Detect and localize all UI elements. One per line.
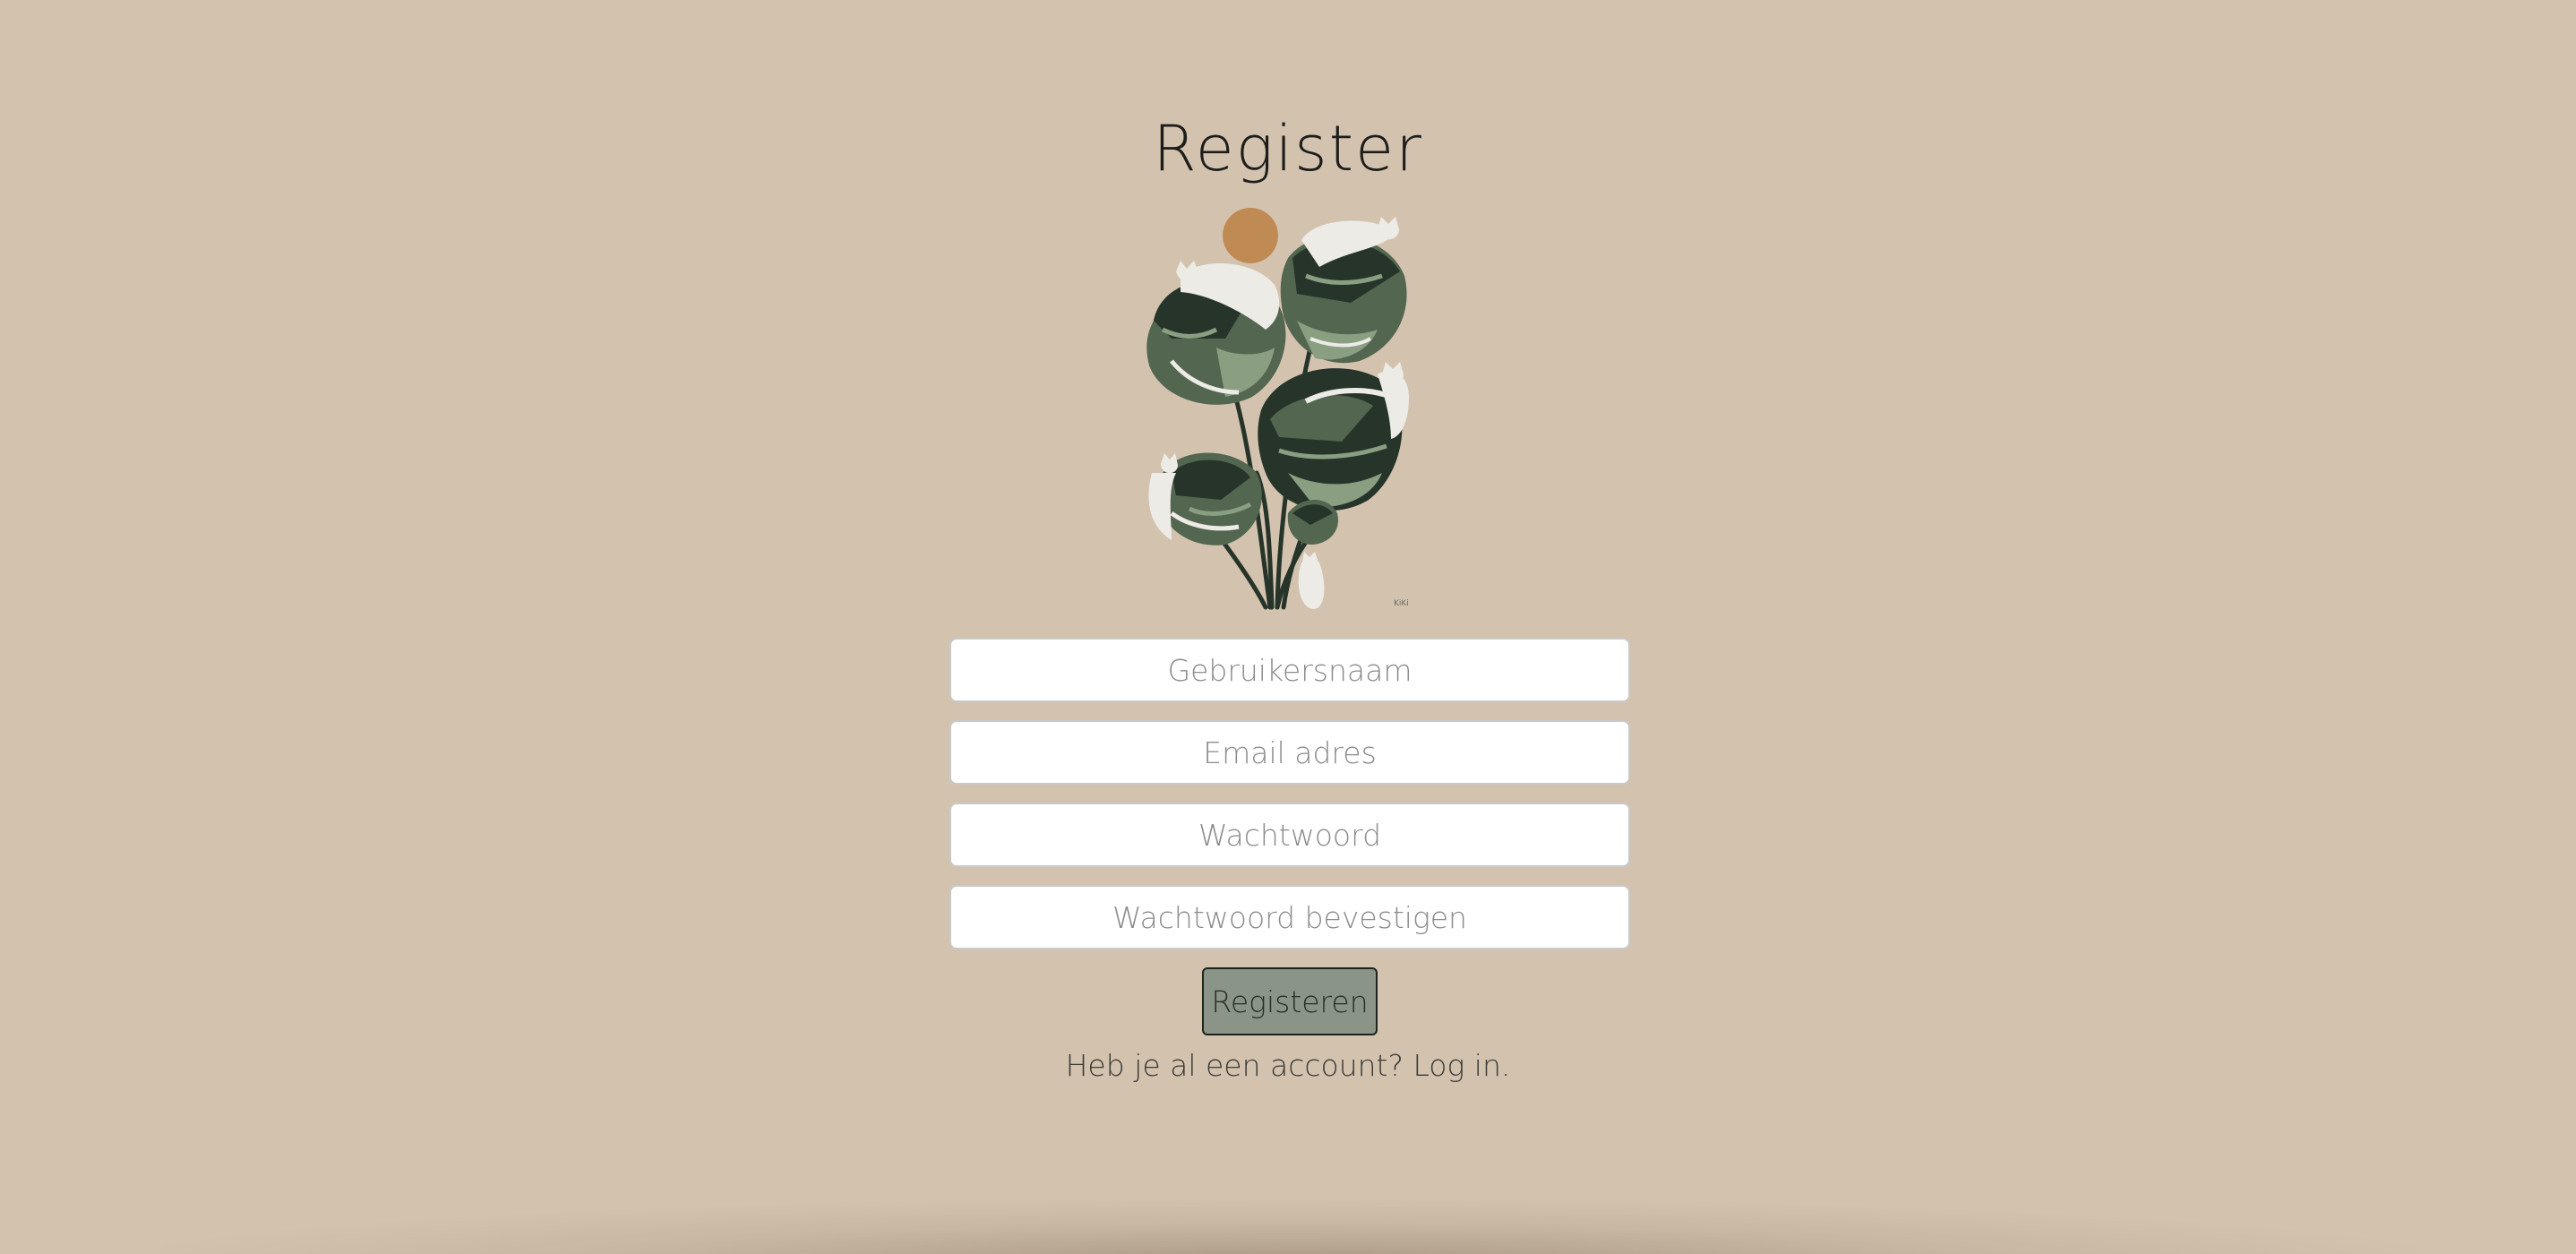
login-link[interactable]: Log in. [1413,1048,1511,1083]
cat-head [1176,261,1198,283]
cat-head [1161,453,1178,474]
login-question: Heb je al een account? [1065,1048,1404,1083]
cat-head [1302,552,1318,570]
leaf-middle-right [1258,368,1403,511]
leaf-small-bottom [1287,500,1338,545]
cat-head [1378,217,1399,240]
bottom-shadow [161,1200,2415,1254]
sun-circle [1223,208,1278,263]
username-input[interactable] [949,638,1630,702]
password-input[interactable] [949,803,1630,867]
login-prompt: Heb je al een account? Log in. [0,1048,2576,1083]
cat-head [1382,362,1404,385]
password-confirm-input[interactable] [949,885,1630,949]
email-input[interactable] [949,720,1630,785]
page-title: Register [1153,111,1423,185]
monstera-plant-with-cats-illustration: KiKi [1146,208,1409,610]
register-page: Register KiKi Gebruikersnaam Email adres… [0,0,2576,1254]
register-button[interactable]: Registeren [1202,967,1378,1035]
register-form: Registeren [949,638,1630,1035]
illustration-signature: KiKi [1394,599,1409,608]
